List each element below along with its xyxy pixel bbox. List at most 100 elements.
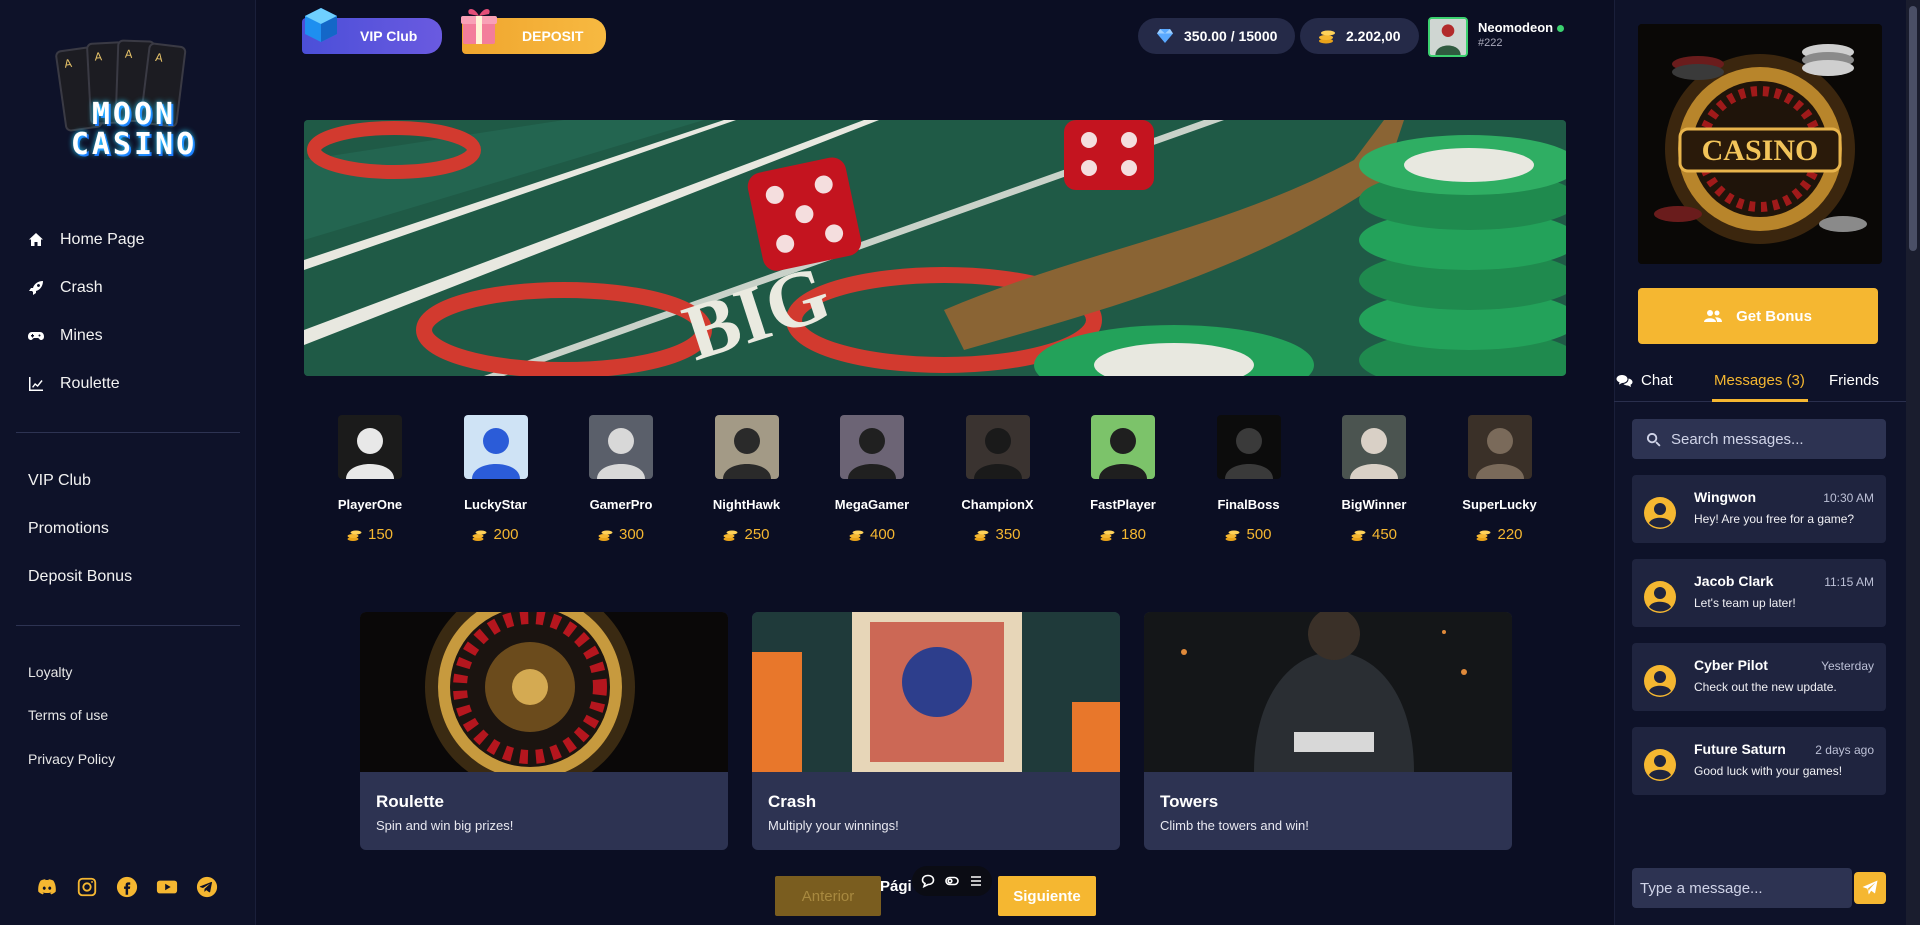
player-coins: 450 — [1324, 526, 1424, 543]
player-card[interactable]: LuckyStar 200 — [446, 415, 546, 543]
game-title: Roulette — [376, 792, 444, 811]
player-coins: 350 — [948, 526, 1048, 543]
casino-promo-image[interactable]: CASINO — [1638, 24, 1882, 264]
message-sender: Jacob Clark — [1694, 573, 1774, 589]
player-avatar — [1091, 415, 1155, 479]
game-description: Spin and win big prizes! — [376, 818, 514, 833]
get-bonus-button[interactable]: Get Bonus — [1638, 288, 1878, 344]
game-card-crash[interactable]: Crash Multiply your winnings! — [752, 612, 1120, 850]
game-description: Climb the towers and win! — [1160, 818, 1309, 833]
message-preview: Good luck with your games! — [1694, 764, 1843, 778]
coins-icon — [1319, 30, 1335, 44]
nav-deposit-bonus[interactable]: Deposit Bonus — [28, 565, 132, 589]
diamond-icon — [1157, 29, 1173, 43]
link-terms-of-use[interactable]: Terms of use — [28, 707, 108, 723]
game-card-roulette[interactable]: Roulette Spin and win big prizes! — [360, 612, 728, 850]
message-item[interactable]: Future Saturn 2 days ago Good luck with yo… — [1632, 727, 1886, 795]
player-card[interactable]: FastPlayer 180 — [1073, 415, 1173, 543]
player-name: SuperLucky — [1462, 497, 1537, 512]
message-item[interactable]: Cyber Pilot Yesterday Check out the new up… — [1632, 643, 1886, 711]
discord-icon[interactable] — [36, 876, 58, 898]
search-messages-field[interactable] — [1632, 419, 1886, 459]
link-loyalty[interactable]: Loyalty — [28, 664, 72, 680]
chat-tabs: Chat Messages (3) Friends — [1614, 368, 1906, 402]
menu-icon[interactable] — [969, 874, 983, 888]
coins-icon — [1351, 530, 1366, 541]
balance-pill[interactable]: 2.202,00 — [1300, 18, 1419, 54]
brand-name: MOON CASINO — [70, 97, 198, 162]
username: Neomodeon — [1478, 20, 1565, 35]
comment-icon[interactable] — [921, 874, 935, 888]
nav-roulette[interactable]: Roulette — [28, 372, 120, 396]
user-profile[interactable]: Neomodeon #222 — [1428, 17, 1565, 57]
user-avatar-icon — [1644, 665, 1676, 697]
chart-icon — [29, 377, 43, 391]
hero-banner[interactable]: BIG — [304, 120, 1566, 376]
next-page-button[interactable]: Siguiente — [998, 876, 1096, 916]
player-card[interactable]: GamerPro 300 — [571, 415, 671, 543]
moon-casino-logo[interactable]: A A A A MOON CASINO — [46, 38, 222, 168]
sidebar-divider — [16, 432, 240, 433]
nav-vip-club[interactable]: VIP Club — [28, 469, 91, 493]
blue-cube-icon — [305, 8, 337, 42]
player-name: FastPlayer — [1090, 497, 1156, 512]
player-card[interactable]: SuperLucky 220 — [1450, 415, 1550, 543]
player-name: BigWinner — [1341, 497, 1407, 512]
previous-page-button[interactable]: Anterior — [775, 876, 881, 916]
nav-home-page[interactable]: Home Page — [28, 228, 145, 252]
telegram-icon[interactable] — [196, 876, 218, 898]
nav-promotions[interactable]: Promotions — [28, 517, 109, 541]
message-sender: Cyber Pilot — [1694, 657, 1768, 673]
message-time: Yesterday — [1821, 659, 1874, 673]
message-item[interactable]: Wingwon 10:30 AM Hey! Are you free for a g… — [1632, 475, 1886, 543]
player-coins: 250 — [697, 526, 797, 543]
player-card[interactable]: NightHawk 250 — [697, 415, 797, 543]
message-input[interactable] — [1632, 868, 1852, 908]
player-coins: 220 — [1450, 526, 1550, 543]
tab-messages[interactable]: Messages (3) — [1714, 372, 1805, 389]
youtube-icon[interactable] — [156, 876, 178, 898]
player-card[interactable]: ChampionX 350 — [948, 415, 1048, 543]
player-coins: 400 — [822, 526, 922, 543]
chat-bubbles-icon — [1616, 374, 1633, 387]
search-input[interactable] — [1671, 430, 1871, 448]
card-player-image — [1144, 612, 1512, 772]
player-avatar — [1342, 415, 1406, 479]
player-card[interactable]: BigWinner 450 — [1324, 415, 1424, 543]
facebook-icon[interactable] — [116, 876, 138, 898]
player-avatar — [1216, 415, 1281, 479]
tab-friends[interactable]: Friends — [1829, 372, 1879, 389]
home-icon — [29, 233, 43, 246]
player-card[interactable]: PlayerOne 150 — [320, 415, 420, 543]
gift-icon — [461, 9, 497, 44]
cards-and-chips-image — [752, 612, 1120, 772]
nav-mines[interactable]: Mines — [28, 324, 103, 348]
player-coins: 300 — [571, 526, 671, 543]
coins-icon — [347, 530, 362, 541]
game-card-towers[interactable]: Towers Climb the towers and win! — [1144, 612, 1512, 850]
tab-chat[interactable]: Chat — [1616, 372, 1673, 389]
coins-icon — [849, 530, 864, 541]
rocket-icon — [29, 281, 43, 295]
player-avatar — [1467, 415, 1532, 479]
player-avatar — [463, 415, 528, 479]
coins-icon — [974, 530, 989, 541]
page-scrollbar[interactable] — [1906, 0, 1920, 925]
sidebar: A A A A MOON CASINO Home Page Crash Mine… — [0, 0, 256, 925]
toggle-icon[interactable] — [945, 874, 959, 888]
send-button[interactable] — [1854, 872, 1886, 904]
scrollbar-thumb[interactable] — [1909, 6, 1917, 251]
player-coins: 150 — [320, 526, 420, 543]
nav-crash[interactable]: Crash — [28, 276, 103, 300]
message-time: 2 days ago — [1815, 743, 1874, 757]
coins-icon — [1100, 530, 1115, 541]
casino-table-image: BIG — [304, 120, 1566, 376]
player-name: LuckyStar — [464, 497, 527, 512]
player-card[interactable]: MegaGamer 400 — [822, 415, 922, 543]
player-card[interactable]: FinalBoss 500 — [1199, 415, 1299, 543]
message-preview: Check out the new update. — [1694, 680, 1837, 694]
message-item[interactable]: Jacob Clark 11:15 AM Let's team up later! — [1632, 559, 1886, 627]
instagram-icon[interactable] — [76, 876, 98, 898]
player-avatar — [714, 415, 779, 479]
link-privacy-policy[interactable]: Privacy Policy — [28, 751, 115, 767]
